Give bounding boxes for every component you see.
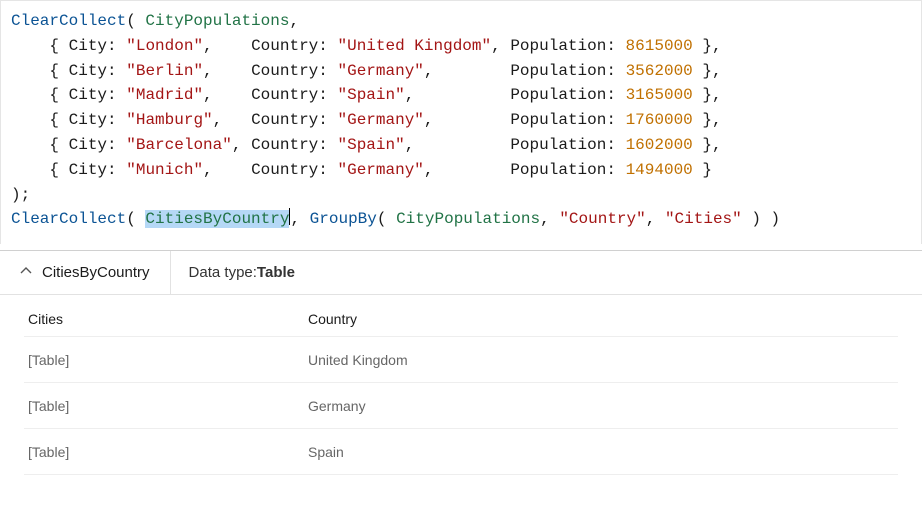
cell-country: Germany [304, 398, 564, 414]
string-literal: "Berlin" [126, 62, 203, 80]
table-row[interactable]: [Table] Spain [24, 429, 898, 475]
cell-country: Spain [304, 444, 564, 460]
string-literal: "Germany" [337, 111, 423, 129]
result-collapse-toggle[interactable]: CitiesByCountry [0, 251, 171, 294]
function-name: GroupBy [310, 210, 377, 228]
selected-identifier: CitiesByCountry [145, 210, 289, 228]
cell-country: United Kingdom [304, 352, 564, 368]
string-literal: "London" [126, 37, 203, 55]
column-header-cities[interactable]: Cities [24, 311, 304, 327]
string-literal: "Country" [559, 210, 645, 228]
cell-cities: [Table] [24, 398, 304, 414]
string-literal: "Madrid" [126, 86, 203, 104]
number-literal: 1602000 [626, 136, 693, 154]
string-literal: "Germany" [337, 161, 423, 179]
function-name: ClearCollect [11, 210, 126, 228]
column-header-country[interactable]: Country [304, 311, 564, 327]
result-pane: CitiesByCountry Data type: Table Cities … [0, 250, 922, 475]
table-row[interactable]: [Table] Germany [24, 383, 898, 429]
result-header: CitiesByCountry Data type: Table [0, 251, 922, 295]
string-literal: "Cities" [665, 210, 742, 228]
table-header-row: Cities Country [24, 301, 898, 337]
string-literal: "United Kingdom" [337, 37, 491, 55]
function-name: ClearCollect [11, 12, 126, 30]
result-table: Cities Country [Table] United Kingdom [T… [24, 301, 898, 475]
datatype-label: Data type: [189, 264, 257, 281]
string-literal: "Spain" [337, 136, 404, 154]
result-title: CitiesByCountry [42, 264, 150, 281]
string-literal: "Barcelona" [126, 136, 232, 154]
datatype-value: Table [257, 264, 295, 281]
table-row[interactable]: [Table] United Kingdom [24, 337, 898, 383]
close-record-block: ); [11, 186, 30, 204]
chevron-up-icon [20, 265, 32, 280]
collection-name: CityPopulations [396, 210, 540, 228]
string-literal: "Hamburg" [126, 111, 212, 129]
paren-open: ( [126, 12, 145, 30]
string-literal: "Spain" [337, 86, 404, 104]
string-literal: "Germany" [337, 62, 423, 80]
cell-cities: [Table] [24, 444, 304, 460]
number-literal: 3562000 [626, 62, 693, 80]
result-datatype: Data type: Table [171, 251, 313, 294]
number-literal: 1760000 [626, 111, 693, 129]
collection-name: CityPopulations [145, 12, 289, 30]
formula-bar[interactable]: ClearCollect( CityPopulations, { City: "… [0, 0, 922, 244]
string-literal: "Munich" [126, 161, 203, 179]
number-literal: 8615000 [626, 37, 693, 55]
number-literal: 1494000 [626, 161, 693, 179]
number-literal: 3165000 [626, 86, 693, 104]
cell-cities: [Table] [24, 352, 304, 368]
